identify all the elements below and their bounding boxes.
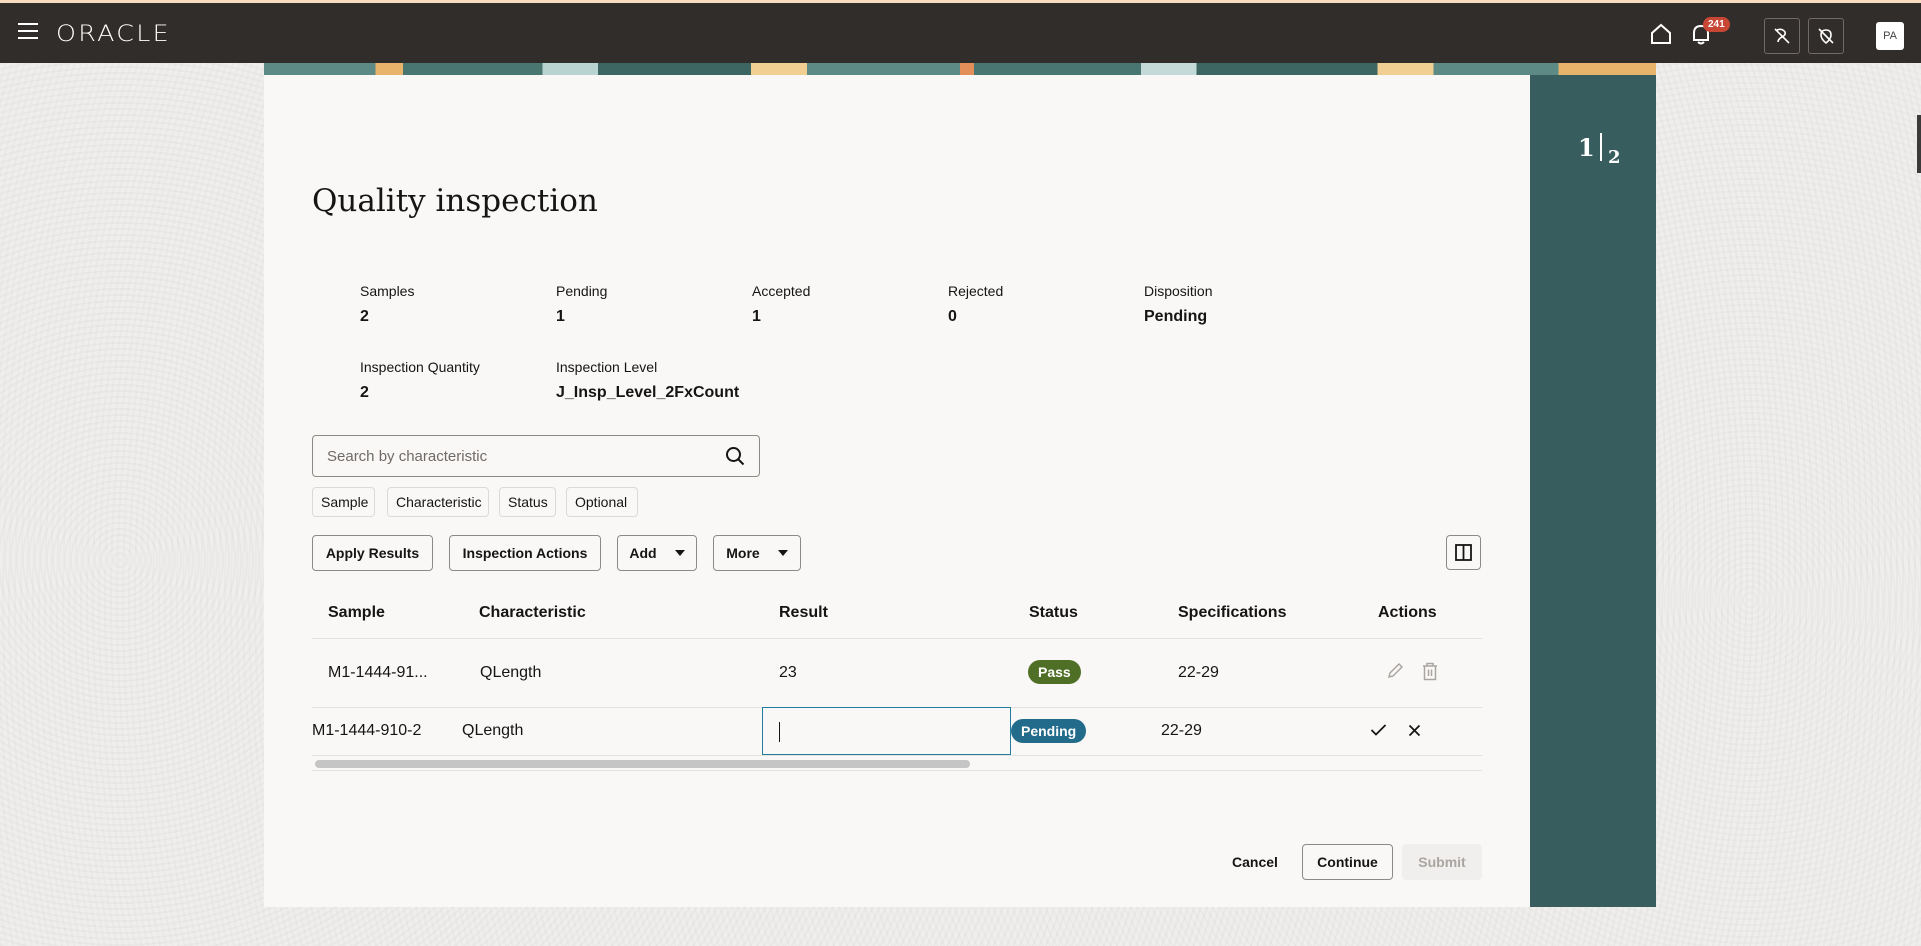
stat-label: Pending bbox=[556, 283, 608, 299]
user-avatar[interactable]: PA bbox=[1876, 22, 1904, 50]
accessibility-off-icon bbox=[1774, 28, 1790, 44]
chevron-down-icon bbox=[674, 550, 685, 556]
step-divider bbox=[1600, 133, 1602, 161]
search-icon[interactable] bbox=[725, 446, 745, 466]
stat-label: Accepted bbox=[752, 283, 811, 299]
stat-samples: Samples 2 bbox=[360, 283, 414, 326]
stat-value: 1 bbox=[752, 308, 761, 325]
stat-value: 2 bbox=[360, 308, 369, 325]
train-side-panel: 1 2 bbox=[1530, 75, 1656, 907]
more-label: More bbox=[726, 545, 760, 561]
table-bottom-divider bbox=[312, 770, 1482, 771]
horizontal-scrollbar-thumb[interactable] bbox=[315, 760, 970, 768]
submit-button[interactable]: Submit bbox=[1402, 844, 1482, 880]
stat-label: Inspection Level bbox=[556, 359, 658, 375]
pin-off-button[interactable] bbox=[1808, 18, 1844, 54]
column-header-characteristic[interactable]: Characteristic bbox=[479, 604, 586, 622]
result-input[interactable] bbox=[762, 707, 1011, 755]
cell-characteristic: QLength bbox=[480, 664, 542, 681]
filter-chip-sample[interactable]: Sample bbox=[312, 487, 375, 517]
cell-sample: M1-1444-91... bbox=[328, 664, 428, 681]
stat-value: J_Insp_Level_2FxCount bbox=[556, 384, 740, 401]
status-badge-pending: Pending bbox=[1011, 719, 1087, 743]
apply-results-button[interactable]: Apply Results bbox=[312, 535, 433, 571]
current-step: 1 bbox=[1578, 133, 1595, 162]
decorative-banner bbox=[264, 63, 1656, 75]
stat-inspection-level: Inspection Level J_Insp_Level_2FxCount bbox=[556, 359, 739, 402]
filter-chip-optional[interactable]: Optional bbox=[566, 487, 638, 517]
stat-label: Samples bbox=[360, 283, 415, 299]
check-icon[interactable] bbox=[1370, 723, 1387, 737]
column-header-result[interactable]: Result bbox=[779, 604, 828, 622]
menu-icon[interactable] bbox=[18, 23, 38, 39]
stat-value: 0 bbox=[948, 308, 957, 325]
filter-chip-characteristic[interactable]: Characteristic bbox=[387, 487, 489, 517]
column-header-actions: Actions bbox=[1378, 604, 1437, 621]
column-header-specifications[interactable]: Specifications bbox=[1178, 604, 1286, 622]
column-header-sample[interactable]: Sample bbox=[328, 604, 385, 622]
stat-label: Inspection Quantity bbox=[360, 359, 480, 375]
edit-pencil-icon[interactable] bbox=[1386, 662, 1404, 680]
oracle-logo: ORACLE bbox=[56, 22, 171, 47]
cell-characteristic: QLength bbox=[462, 722, 524, 739]
notification-count-badge: 241 bbox=[1703, 17, 1730, 32]
cancel-button[interactable]: Cancel bbox=[1224, 844, 1286, 880]
stat-label: Rejected bbox=[948, 283, 1004, 299]
text-cursor bbox=[779, 722, 780, 742]
cell-result: 23 bbox=[779, 664, 797, 681]
close-icon[interactable] bbox=[1408, 724, 1421, 737]
delete-trash-icon[interactable] bbox=[1421, 662, 1439, 681]
page-title: Quality inspection bbox=[312, 183, 598, 219]
column-header-status[interactable]: Status bbox=[1029, 604, 1078, 622]
row-divider bbox=[312, 755, 1482, 756]
continue-button[interactable]: Continue bbox=[1302, 844, 1393, 880]
stat-value: 1 bbox=[556, 308, 565, 325]
stat-inspection-quantity: Inspection Quantity 2 bbox=[360, 359, 480, 402]
stat-pending: Pending 1 bbox=[556, 283, 607, 326]
stat-accepted: Accepted 1 bbox=[752, 283, 810, 326]
global-header: ORACLE 241 PA bbox=[0, 3, 1921, 63]
stat-value: Pending bbox=[1144, 308, 1208, 325]
accessibility-off-button[interactable] bbox=[1764, 18, 1800, 54]
column-layout-button[interactable] bbox=[1446, 535, 1481, 570]
stat-value: 2 bbox=[360, 384, 369, 401]
cell-sample: M1-1444-910-2 bbox=[312, 722, 422, 739]
cell-specifications: 22-29 bbox=[1178, 664, 1219, 681]
home-icon[interactable] bbox=[1650, 23, 1672, 45]
stat-disposition: Disposition Pending bbox=[1144, 283, 1212, 326]
inspection-actions-button[interactable]: Inspection Actions bbox=[449, 535, 601, 571]
cell-specifications: 22-29 bbox=[1161, 722, 1202, 739]
search-input[interactable] bbox=[325, 447, 709, 466]
stat-label: Disposition bbox=[1144, 283, 1213, 299]
stat-rejected: Rejected 0 bbox=[948, 283, 1003, 326]
pin-off-icon bbox=[1818, 28, 1834, 45]
filter-chip-status[interactable]: Status bbox=[499, 487, 556, 517]
columns-icon bbox=[1455, 544, 1472, 561]
more-menu-button[interactable]: More bbox=[713, 535, 801, 571]
total-steps: 2 bbox=[1608, 147, 1621, 168]
status-badge-pass: Pass bbox=[1028, 660, 1081, 684]
chevron-down-icon bbox=[777, 550, 788, 556]
add-menu-button[interactable]: Add bbox=[617, 535, 697, 571]
header-divider bbox=[312, 638, 1482, 639]
page-scrollbar[interactable] bbox=[1917, 115, 1921, 173]
search-field bbox=[312, 435, 760, 477]
add-label: Add bbox=[629, 545, 657, 561]
